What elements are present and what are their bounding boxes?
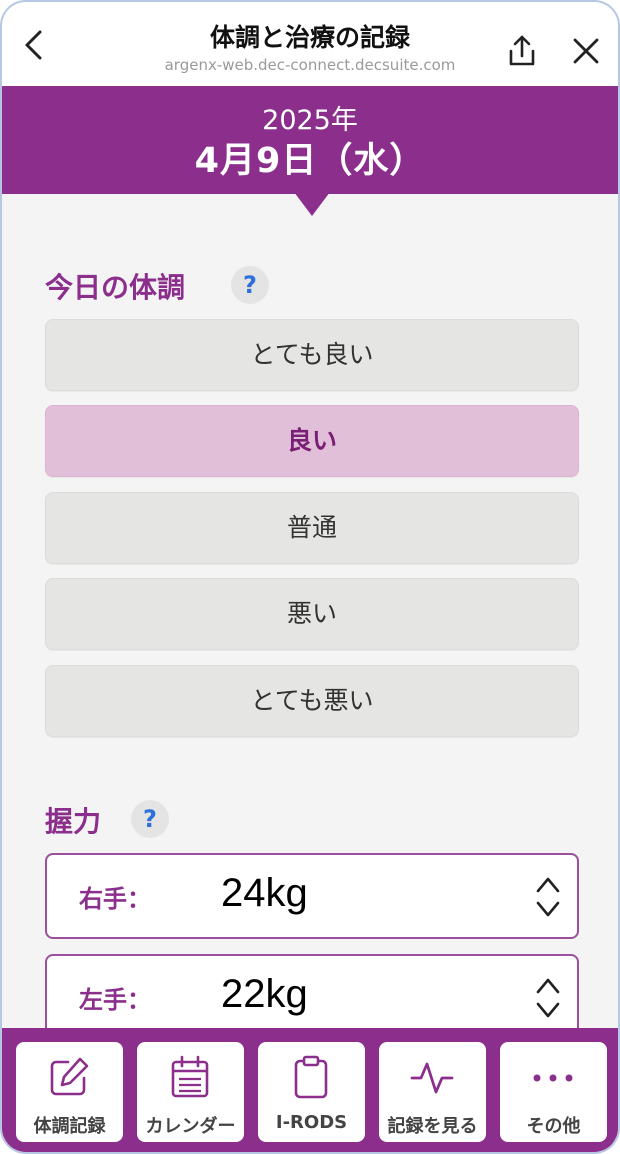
condition-option-bad[interactable]: 悪い xyxy=(45,578,579,650)
close-icon[interactable] xyxy=(570,34,602,68)
date-day: 4月9日（水） xyxy=(194,141,426,181)
nav-label: カレンダー xyxy=(145,1116,236,1137)
grip-left-value: 22kg xyxy=(221,972,308,1016)
nav-label: 記録を見る xyxy=(387,1116,478,1137)
grip-help-button[interactable]: ? xyxy=(131,800,169,838)
condition-option-very-good[interactable]: とても良い xyxy=(45,319,579,391)
grip-right-value: 24kg xyxy=(221,871,308,915)
nav-view-records[interactable]: 記録を見る xyxy=(379,1042,486,1142)
grip-left-label: 左手： xyxy=(79,986,151,1014)
edit-icon xyxy=(50,1057,89,1096)
phone-frame: 体調と治療の記録 argenx-web.dec-connect.decsuite… xyxy=(0,0,620,1154)
share-icon[interactable] xyxy=(506,34,538,68)
bottom-nav: 体調記録 カレンダー I-RODS 記録を見る その他 xyxy=(2,1028,618,1152)
calendar-icon xyxy=(171,1055,209,1098)
condition-title: 今日の体調 xyxy=(45,271,186,304)
grip-right-select[interactable]: 右手： 24kg xyxy=(45,853,579,939)
condition-option-very-bad[interactable]: とても悪い xyxy=(45,665,579,737)
condition-option-good[interactable]: 良い xyxy=(45,405,579,477)
condition-option-normal[interactable]: 普通 xyxy=(45,492,579,564)
up-down-chevron-icon xyxy=(536,978,560,1018)
nav-label: その他 xyxy=(526,1116,581,1137)
grip-title: 握力 xyxy=(45,805,102,838)
grip-right-label: 右手： xyxy=(79,885,151,913)
more-icon xyxy=(533,1074,573,1082)
up-down-chevron-icon xyxy=(536,877,560,917)
date-header: 2025年 4月9日（水） xyxy=(2,86,618,194)
nav-calendar[interactable]: カレンダー xyxy=(137,1042,244,1142)
clipboard-icon xyxy=(294,1055,328,1099)
condition-help-button[interactable]: ? xyxy=(231,266,269,304)
nav-condition-record[interactable]: 体調記録 xyxy=(16,1042,123,1142)
nav-i-rods[interactable]: I-RODS xyxy=(258,1042,365,1142)
nav-label: 体調記録 xyxy=(33,1116,106,1137)
nav-label: I-RODS xyxy=(275,1112,348,1133)
nav-other[interactable]: その他 xyxy=(500,1042,607,1142)
date-pointer xyxy=(294,192,330,216)
activity-icon xyxy=(410,1062,454,1094)
browser-header: 体調と治療の記録 argenx-web.dec-connect.decsuite… xyxy=(2,2,618,86)
